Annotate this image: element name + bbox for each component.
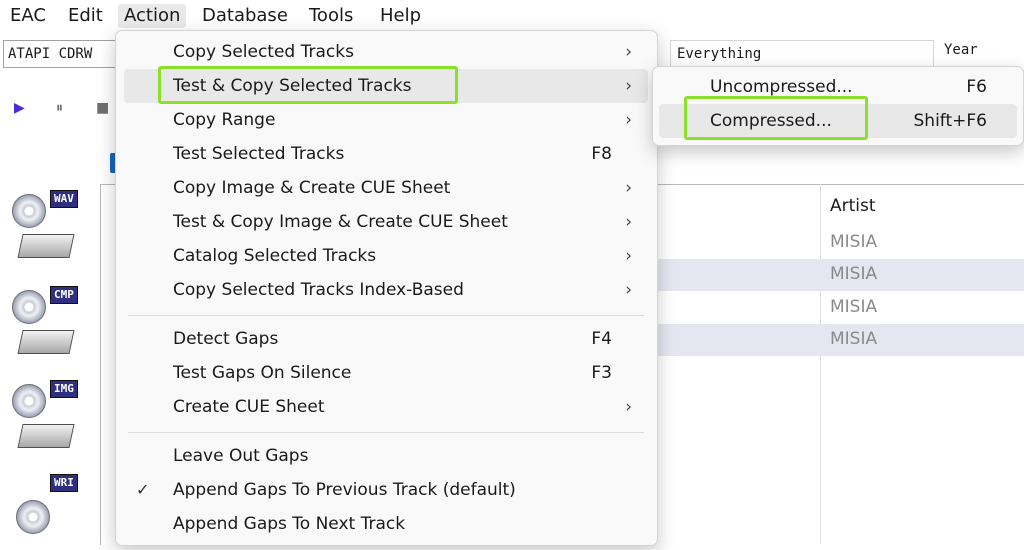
pause-icon[interactable]: ⏸ [56,100,63,116]
menu-item-append-gaps-previous[interactable]: ✓ Append Gaps To Previous Track (default… [124,473,648,507]
play-icon[interactable]: ▶ [14,100,25,116]
drive-icon [17,234,75,258]
wri-badge: WRI [50,474,78,492]
shortcut-label: Shift+F6 [913,111,987,131]
chevron-right-icon: › [625,76,632,96]
menu-tools[interactable]: Tools [303,4,359,28]
menu-item-label: Test Gaps On Silence [173,363,352,383]
stop-icon[interactable]: ■ [96,100,109,116]
menu-bar: EAC Edit Action Database Tools Help [0,0,1024,32]
menu-item-label: Copy Selected Tracks [173,42,354,62]
disc-icon [12,290,46,324]
menu-item-catalog-selected-tracks[interactable]: Catalog Selected Tracks › [124,239,648,273]
chevron-right-icon: › [625,212,632,232]
disc-icon [12,384,46,418]
menu-item-copy-selected-tracks[interactable]: Copy Selected Tracks › [124,35,648,69]
menu-action[interactable]: Action [118,4,187,28]
copy-image-button[interactable]: IMG [8,380,84,456]
menu-edit[interactable]: Edit [62,4,109,28]
menu-item-test-selected-tracks[interactable]: Test Selected Tracks F8 [124,137,648,171]
menu-item-copy-range[interactable]: Copy Range › [124,103,648,137]
menu-item-detect-gaps[interactable]: Detect Gaps F4 [124,322,648,356]
menu-item-append-gaps-next[interactable]: Append Gaps To Next Track [124,507,648,541]
disc-icon [12,194,46,228]
img-badge: IMG [50,380,78,398]
copy-compressed-button[interactable]: CMP [8,286,84,362]
menu-item-copy-image-cue[interactable]: Copy Image & Create CUE Sheet › [124,171,648,205]
menu-item-label: Create CUE Sheet [173,397,325,417]
checkmark-icon: ✓ [136,480,150,499]
shortcut-label: F3 [591,363,612,383]
menu-item-label: Append Gaps To Next Track [173,514,406,534]
menu-item-label: Test & Copy Image & Create CUE Sheet [173,212,508,232]
shortcut-label: F8 [591,144,612,164]
artist-column-header[interactable]: Artist [830,196,876,216]
menu-item-label: Append Gaps To Previous Track (default) [173,480,516,500]
chevron-right-icon: › [625,246,632,266]
submenu-item-label: Uncompressed... [710,77,853,97]
menu-item-test-copy-image-cue[interactable]: Test & Copy Image & Create CUE Sheet › [124,205,648,239]
artist-cell: MISIA [830,329,878,349]
artist-cell: MISIA [830,264,878,284]
menu-separator [128,315,644,316]
drive-select[interactable]: ATAPI CDRW [3,40,121,68]
drive-icon [17,330,75,354]
filter-select[interactable]: Everything [670,40,934,68]
chevron-right-icon: › [625,42,632,62]
menu-item-label: Copy Selected Tracks Index-Based [173,280,464,300]
write-cd-button[interactable]: WRI [8,474,84,550]
menu-item-label: Test Selected Tracks [173,144,345,164]
menu-item-leave-out-gaps[interactable]: Leave Out Gaps [124,439,648,473]
menu-item-label: Catalog Selected Tracks [173,246,377,266]
menu-item-copy-index-based[interactable]: Copy Selected Tracks Index-Based › [124,273,648,307]
menu-eac[interactable]: EAC [4,4,52,28]
menu-item-test-gaps-silence[interactable]: Test Gaps On Silence F3 [124,356,648,390]
chevron-right-icon: › [625,178,632,198]
menu-item-create-cue-sheet[interactable]: Create CUE Sheet › [124,390,648,424]
highlight-test-copy [158,66,458,104]
menu-separator [128,432,644,433]
menu-item-label: Leave Out Gaps [173,446,309,466]
menu-database[interactable]: Database [196,4,294,28]
highlight-compressed [684,96,868,140]
drive-icon [17,424,75,448]
menu-item-label: Detect Gaps [173,329,279,349]
shortcut-label: F4 [591,329,612,349]
artist-cell: MISIA [830,297,878,317]
wav-badge: WAV [50,190,78,208]
chevron-right-icon: › [625,397,632,417]
year-label: Year [944,42,978,58]
shortcut-label: F6 [966,77,987,97]
menu-item-label: Copy Range [173,110,276,130]
copy-wav-button[interactable]: WAV [8,190,84,266]
chevron-right-icon: › [625,280,632,300]
cmp-badge: CMP [50,286,78,304]
action-menu: Copy Selected Tracks › Test & Copy Selec… [115,30,658,546]
chevron-right-icon: › [625,110,632,130]
menu-help[interactable]: Help [374,4,427,28]
disc-icon [16,500,50,534]
menu-item-label: Copy Image & Create CUE Sheet [173,178,451,198]
artist-cell: MISIA [830,232,878,252]
